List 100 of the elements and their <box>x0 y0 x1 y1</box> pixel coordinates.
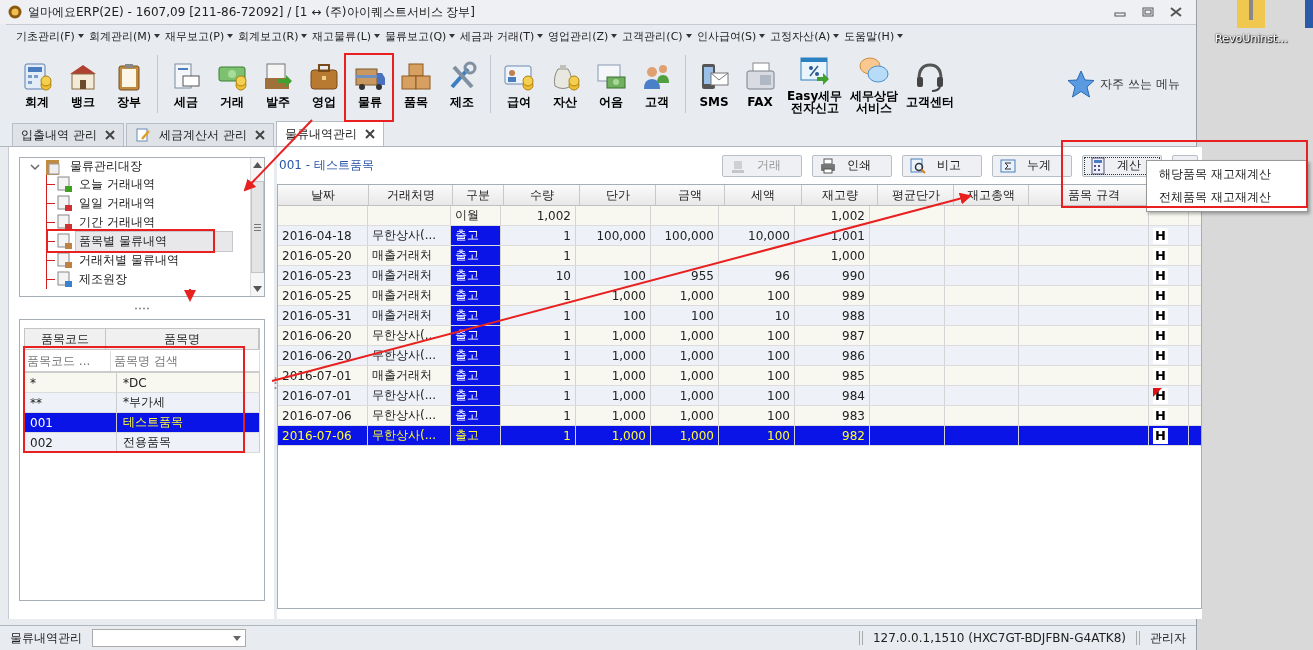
table-row[interactable]: 2016-07-06 무한상사(... 출고 1 1,000 1,000 100 982 H <box>278 426 1201 446</box>
table-cell: 이월 <box>455 207 479 224</box>
tree-item[interactable]: 거래처별 물류내역 <box>75 250 183 271</box>
toolbar-button[interactable]: 영업 <box>301 60 347 108</box>
table-cell: 1,002 <box>536 208 571 223</box>
toolbar-button[interactable]: 급여 <box>496 60 542 108</box>
toolbar-button[interactable]: 물류 <box>347 60 393 108</box>
table-cell: 출고 <box>455 227 479 244</box>
name-search-field[interactable]: 품목명 검색 <box>111 351 260 371</box>
menu-item[interactable]: 회계보고(R) <box>238 28 308 44</box>
toolbar-button[interactable]: 누계 <box>992 154 1072 177</box>
tab[interactable]: 세금계산서 관리 <box>125 123 274 146</box>
table-cell: 무한상사(... <box>372 227 437 244</box>
table-cell: 100,000 <box>664 228 714 243</box>
column-header[interactable]: 수량 <box>529 186 554 204</box>
tree-item[interactable]: 기간 거래내역 <box>75 212 159 233</box>
menu-item[interactable]: 고객관리(C) <box>622 28 692 44</box>
window-title: 얼마에요ERP(2E) - 1607,09 [211-86-72092] / [1 ↔ (주)아이퀘스트서비스 장부] <box>28 3 476 21</box>
toolbar-button[interactable]: FAX <box>737 60 783 108</box>
column-header[interactable]: 날짜 <box>311 186 335 204</box>
column-header[interactable]: 구분 <box>466 186 490 204</box>
toolbar-button[interactable]: 발주 <box>255 60 301 108</box>
h-mark: H <box>1153 387 1168 404</box>
toolbar-button[interactable]: 고객센터 <box>902 60 959 108</box>
table-cell: 1,000 <box>611 368 646 383</box>
menu-item[interactable]: 영업관리(Z) <box>548 28 618 44</box>
column-header[interactable]: 금액 <box>678 186 702 204</box>
toolbar-button[interactable]: 장부 <box>106 60 152 108</box>
tree-item[interactable]: 품목별 물류내역 <box>75 231 233 252</box>
table-cell: 002 <box>24 433 117 452</box>
tree-item[interactable]: 일일 거래내역 <box>75 193 159 214</box>
toolbar-button[interactable]: 세무상담 서비스 <box>846 54 903 114</box>
column-header[interactable]: 품목코드 <box>25 329 106 349</box>
table-cell: 1 <box>563 288 571 303</box>
menu-item[interactable]: 인사급여(S) <box>696 28 766 44</box>
menu-item[interactable]: 전체품목 재고재계산 <box>1147 186 1307 209</box>
menu-item[interactable]: 기초관리(F) <box>16 28 84 44</box>
table-cell: 990 <box>842 268 865 283</box>
tree-item[interactable]: 물류관리대장 <box>66 158 146 177</box>
table-row[interactable]: 2016-05-31 매출거래처 출고 1 100 100 10 988 H <box>278 306 1201 326</box>
h-mark: H <box>1153 307 1168 324</box>
table-cell: * <box>24 373 117 392</box>
toolbar-button[interactable]: 회계 <box>14 60 60 108</box>
column-header[interactable]: 재고총액 <box>967 186 1015 204</box>
menu-item[interactable]: 고정자산(A) <box>770 28 840 44</box>
column-header[interactable]: 품목 규격 <box>1068 186 1120 204</box>
table-row[interactable]: 2016-05-25 매출거래처 출고 1 1,000 1,000 100 989 H <box>278 286 1201 306</box>
table-row[interactable]: 2016-07-06 무한상사(... 출고 1 1,000 1,000 100 983 H <box>278 406 1201 426</box>
toolbar-button[interactable]: 뱅크 <box>60 60 106 108</box>
list-row[interactable]: 001 테스트품목 <box>24 413 260 433</box>
list-row[interactable]: ** *부가세 <box>24 393 260 413</box>
table-cell: 출고 <box>455 387 479 404</box>
table-cell: ** <box>24 393 117 412</box>
column-header[interactable]: 품목명 <box>106 329 259 349</box>
menu-item[interactable]: 회계관리(M) <box>88 28 160 44</box>
table-cell: 100 <box>691 308 714 323</box>
toolbar-button[interactable]: 자산 <box>542 60 588 108</box>
column-header[interactable]: 단가 <box>605 186 630 204</box>
tree-item[interactable]: 오늘 거래내역 <box>75 174 159 195</box>
table-cell: 1,000 <box>611 348 646 363</box>
table-row[interactable]: 2016-05-20 매출거래처 출고 1 1,000 H <box>278 246 1201 266</box>
favorites-button[interactable]: 자주 쓰는 메뉴 <box>1060 68 1186 100</box>
tree-item[interactable]: 제조원장 <box>75 269 131 290</box>
menu-item[interactable]: 재고물류(L) <box>312 28 381 44</box>
column-header[interactable]: 평균단가 <box>891 186 940 204</box>
table-cell: 1 <box>563 328 571 343</box>
toolbar-button[interactable]: 비고 <box>902 154 982 177</box>
menu-item[interactable]: 물류보고(Q) <box>385 28 456 44</box>
table-row[interactable]: 이월 1,002 1,002 <box>278 206 1201 226</box>
tab[interactable]: 입출내역 관리 <box>12 123 124 146</box>
toolbar-button[interactable]: SMS <box>691 60 737 108</box>
table-row[interactable]: 2016-05-23 매출거래처 출고 10 100 955 96 990 H <box>278 266 1201 286</box>
toolbar-button[interactable]: 품목 <box>393 60 439 108</box>
menu-item[interactable]: 세금과 거래(T) <box>460 28 544 44</box>
table-cell: 1,000 <box>679 328 714 343</box>
column-header[interactable]: 거래처명 <box>386 186 435 204</box>
code-search-field[interactable]: 품목코드 ... <box>24 351 111 371</box>
toolbar-button[interactable]: 고객 <box>634 60 680 108</box>
column-header[interactable]: 세액 <box>751 186 775 204</box>
table-row[interactable]: 2016-04-18 무한상사(... 출고 1 100,000 100,000 10,000 1,001 H <box>278 226 1201 246</box>
toolbar-button[interactable]: 거래 <box>209 60 255 108</box>
column-header[interactable]: 재고량 <box>821 186 858 204</box>
status-module: 물류내역관리 <box>10 629 82 647</box>
toolbar-button[interactable]: 인쇄 <box>812 154 892 177</box>
table-cell: 2016-07-01 <box>282 388 352 403</box>
toolbar-button[interactable]: Easy세무 전자신고 <box>783 54 847 114</box>
table-row[interactable]: 2016-07-01 무한상사(... 출고 1 1,000 1,000 100 984 H <box>278 386 1201 406</box>
tab-label: 입출내역 관리 <box>21 126 97 144</box>
tab-label: 세금계산서 관리 <box>158 126 247 144</box>
menu-item[interactable]: 재무보고(P) <box>165 28 234 44</box>
h-mark: H <box>1153 287 1168 304</box>
menu-item[interactable]: 도움말(H) <box>844 28 904 44</box>
table-row[interactable]: 2016-06-20 무한상사(... 출고 1 1,000 1,000 100 986 H <box>278 346 1201 366</box>
toolbar-button[interactable]: 어음 <box>588 60 634 108</box>
table-cell: 매출거래처 <box>372 307 432 324</box>
desktop-icon[interactable]: RevoUninst... <box>1215 0 1288 45</box>
toolbar-button[interactable]: 세금 <box>163 60 209 108</box>
list-row[interactable]: * *DC <box>24 373 260 393</box>
toolbar-button[interactable]: 제조 <box>439 60 485 108</box>
item-caption: 001 - 테스트품목 <box>278 157 374 174</box>
